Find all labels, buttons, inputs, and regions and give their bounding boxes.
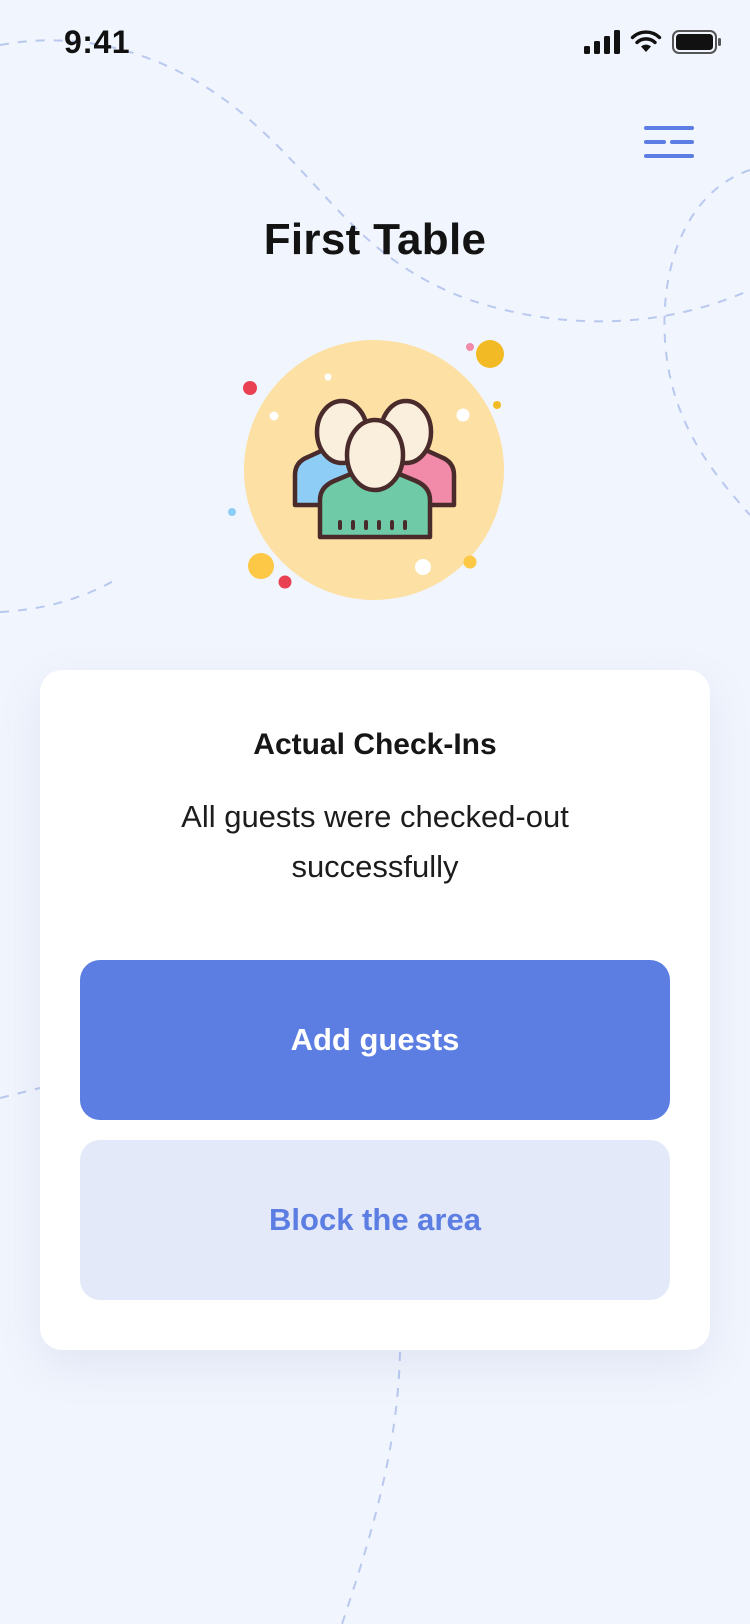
card-message: All guests were checked-out successfully: [181, 799, 569, 884]
guests-illustration: [220, 330, 530, 610]
status-icons: [584, 30, 722, 54]
battery-icon: [672, 30, 721, 54]
check-ins-card: Actual Check-Ins All guests were checked…: [40, 670, 710, 1350]
add-guests-button[interactable]: Add guests: [80, 960, 670, 1120]
menu-button[interactable]: [642, 122, 698, 162]
wifi-icon: [630, 30, 662, 52]
cellular-signal-icon: [584, 30, 620, 54]
card-heading: Actual Check-Ins: [253, 728, 497, 761]
status-time: 9:41: [64, 24, 131, 60]
block-area-button[interactable]: Block the area: [80, 1140, 670, 1300]
screen: 9:41 First Table Actual Check-Ins All gu…: [0, 0, 750, 1624]
guests-group-icon: [228, 340, 504, 600]
status-bar: 9:41: [0, 0, 750, 92]
page-title: First Table: [263, 215, 487, 264]
hamburger-menu-icon: [644, 126, 694, 158]
